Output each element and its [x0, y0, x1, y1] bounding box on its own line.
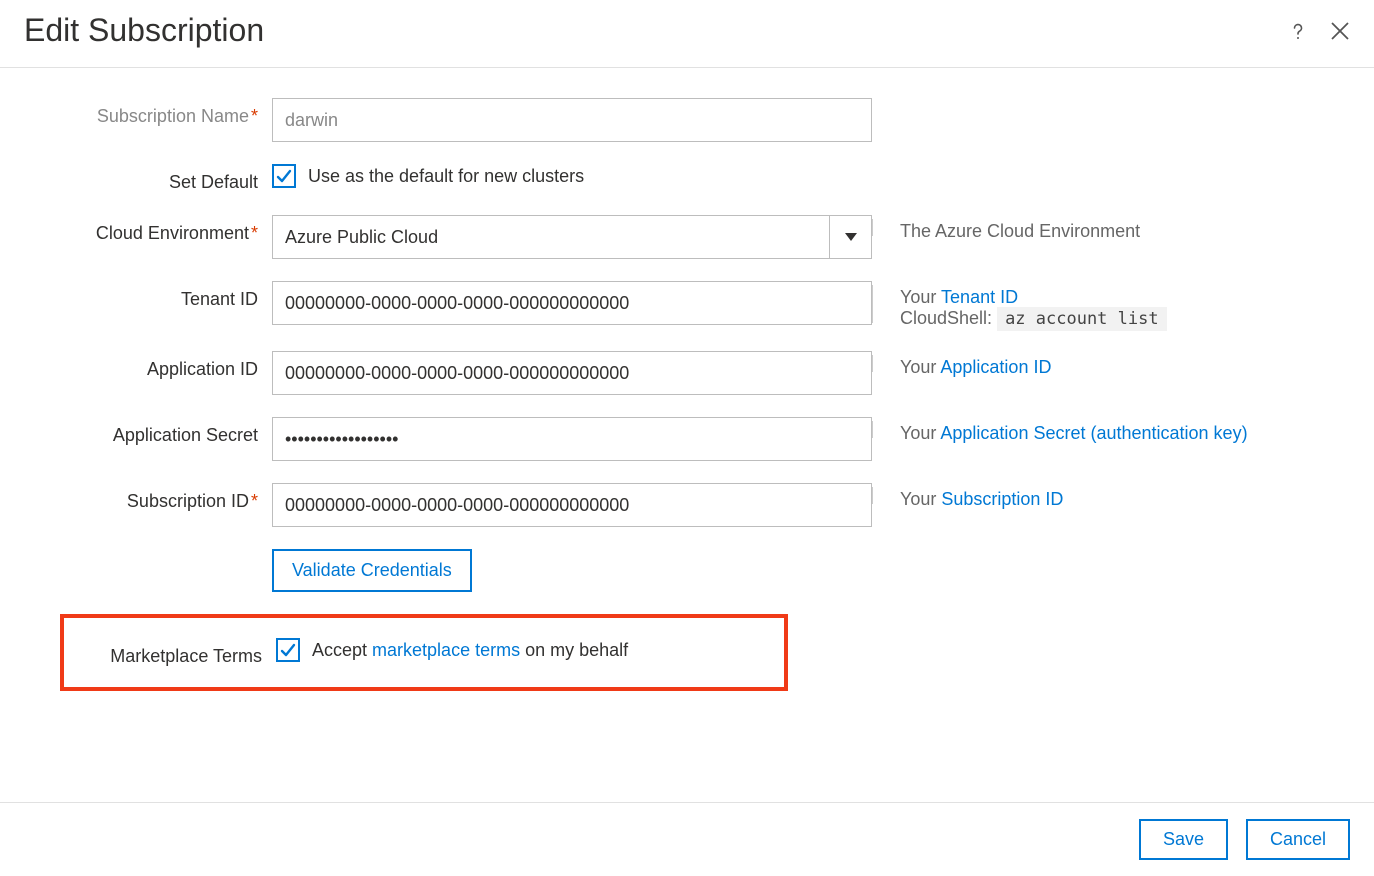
marketplace-terms-label: Marketplace Terms — [64, 638, 276, 667]
subscription-id-label: Subscription ID — [20, 483, 272, 512]
cloud-environment-label: Cloud Environment — [20, 215, 272, 244]
save-button[interactable]: Save — [1139, 819, 1228, 860]
cloud-environment-help: The Azure Cloud Environment — [872, 215, 1354, 242]
application-secret-input[interactable] — [272, 417, 872, 461]
marketplace-terms-text: Accept marketplace terms on my behalf — [312, 640, 628, 661]
application-secret-label: Application Secret — [20, 417, 272, 446]
application-secret-help: Your Application Secret (authentication … — [872, 417, 1354, 444]
set-default-text: Use as the default for new clusters — [308, 166, 584, 187]
application-id-input[interactable] — [272, 351, 872, 395]
subscription-name-input[interactable] — [272, 98, 872, 142]
marketplace-terms-checkbox[interactable] — [276, 638, 300, 662]
row-application-id: Application ID Your Application ID — [20, 351, 1354, 395]
row-marketplace-terms: Marketplace Terms Accept marketplace ter… — [64, 638, 774, 667]
dialog-footer: Save Cancel — [0, 802, 1374, 876]
validate-credentials-button[interactable]: Validate Credentials — [272, 549, 472, 592]
dialog-title: Edit Subscription — [24, 12, 264, 49]
close-icon[interactable] — [1326, 17, 1354, 45]
row-application-secret: Application Secret Your Application Secr… — [20, 417, 1354, 461]
tenant-id-link[interactable]: Tenant ID — [941, 287, 1018, 307]
cloud-environment-select[interactable]: Azure Public Cloud — [272, 215, 872, 259]
application-id-link[interactable]: Application ID — [940, 357, 1051, 377]
subscription-id-help: Your Subscription ID — [872, 483, 1354, 510]
marketplace-terms-highlight: Marketplace Terms Accept marketplace ter… — [60, 614, 788, 691]
tenant-id-help: Your Tenant ID CloudShell: az account li… — [872, 281, 1354, 329]
chevron-down-icon — [829, 216, 871, 258]
cancel-button[interactable]: Cancel — [1246, 819, 1350, 860]
row-validate: Validate Credentials — [20, 549, 1354, 592]
row-subscription-id: Subscription ID Your Subscription ID — [20, 483, 1354, 527]
subscription-name-label: Subscription Name — [20, 98, 272, 127]
tenant-id-label: Tenant ID — [20, 281, 272, 310]
cloud-environment-value: Azure Public Cloud — [273, 216, 829, 258]
subscription-id-input[interactable] — [272, 483, 872, 527]
row-tenant-id: Tenant ID Your Tenant ID CloudShell: az … — [20, 281, 1354, 329]
row-set-default: Set Default Use as the default for new c… — [20, 164, 1354, 193]
application-id-help: Your Application ID — [872, 351, 1354, 378]
tenant-id-input[interactable] — [272, 281, 872, 325]
application-id-label: Application ID — [20, 351, 272, 380]
dialog-content: Subscription Name Set Default Use as the… — [0, 68, 1374, 802]
dialog-header: Edit Subscription — [0, 0, 1374, 68]
set-default-label: Set Default — [20, 164, 272, 193]
cloudshell-code: az account list — [997, 307, 1167, 331]
row-cloud-environment: Cloud Environment Azure Public Cloud The… — [20, 215, 1354, 259]
subscription-id-link[interactable]: Subscription ID — [941, 489, 1063, 509]
row-subscription-name: Subscription Name — [20, 98, 1354, 142]
application-secret-link[interactable]: Application Secret (authentication key) — [940, 423, 1247, 443]
help-icon[interactable] — [1284, 17, 1312, 45]
marketplace-terms-link[interactable]: marketplace terms — [372, 640, 520, 660]
header-icons — [1284, 17, 1354, 45]
set-default-checkbox[interactable] — [272, 164, 296, 188]
edit-subscription-dialog: Edit Subscription Subscription Name — [0, 0, 1374, 876]
